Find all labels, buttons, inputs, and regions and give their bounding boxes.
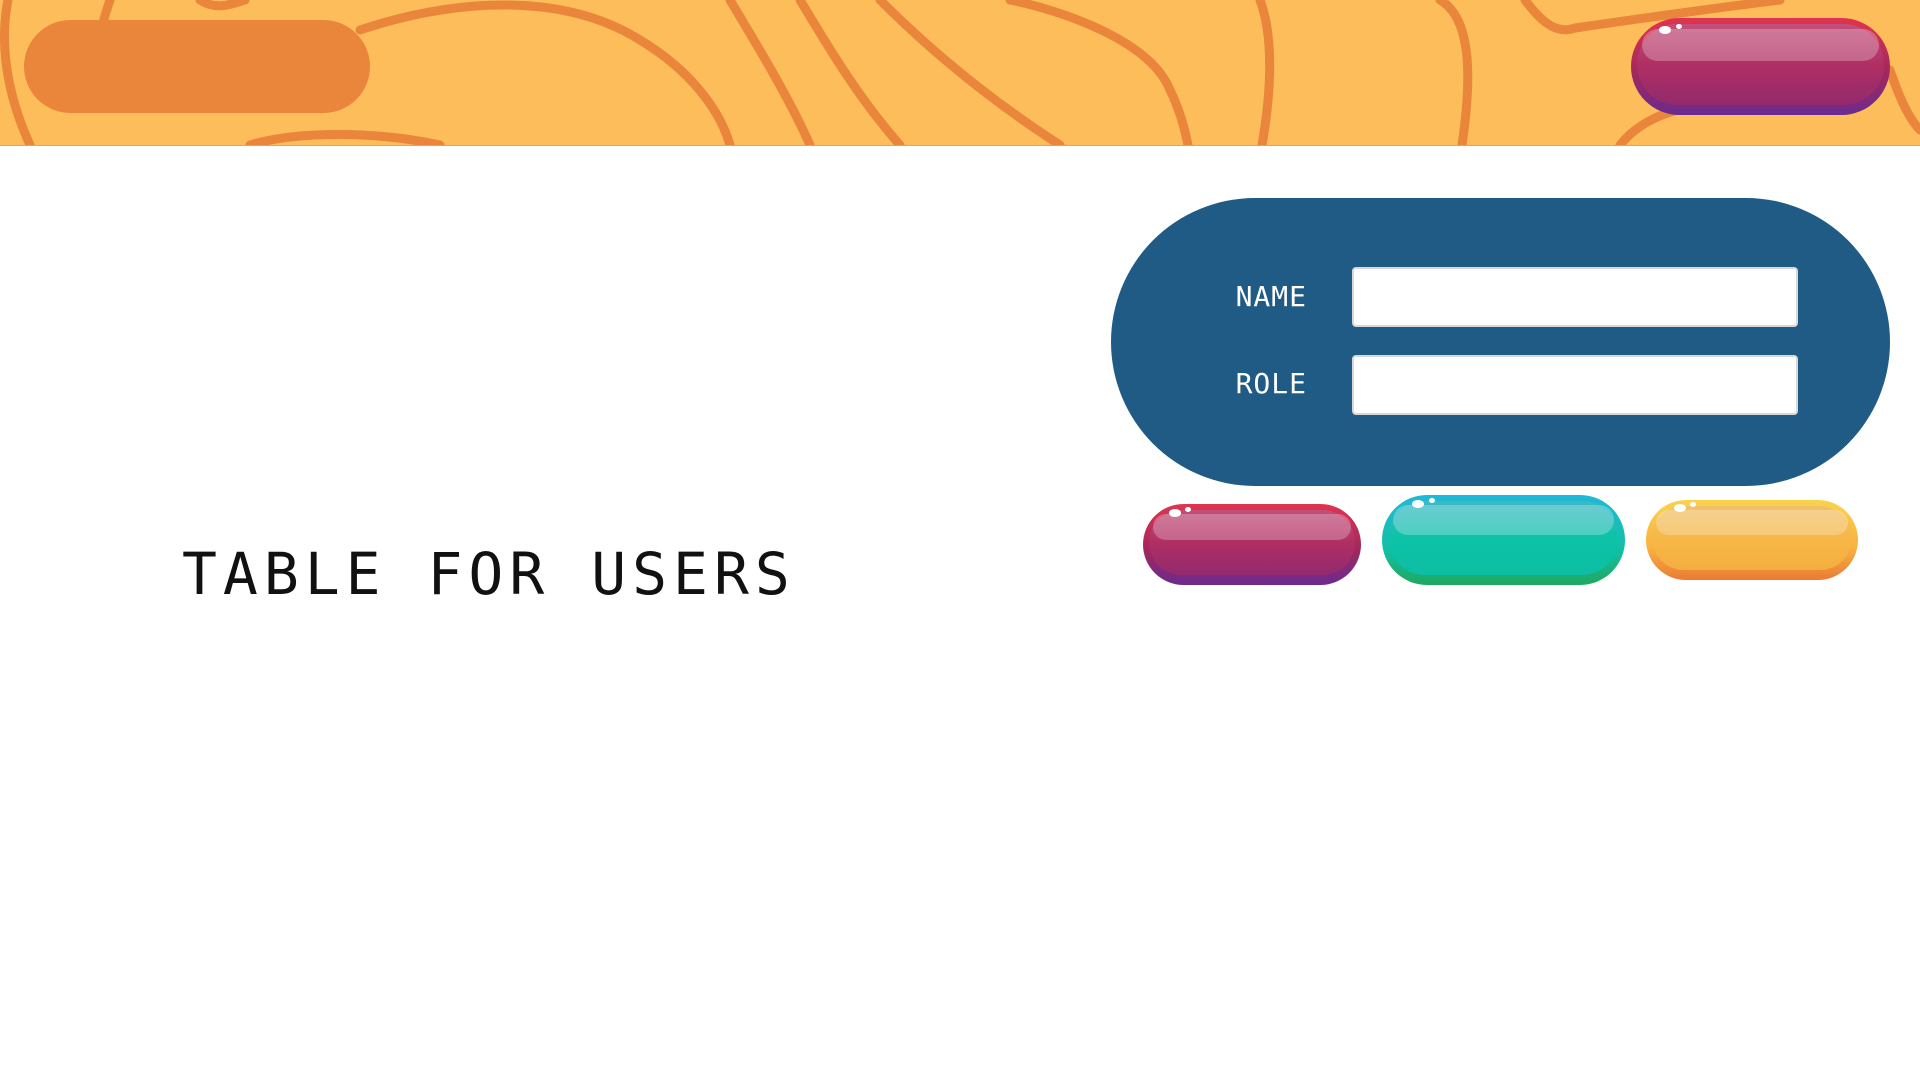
- top-right-button[interactable]: [1631, 18, 1890, 115]
- top-right-button-shine: [1641, 28, 1880, 62]
- name-label: NAME: [1235, 280, 1307, 313]
- action-button-magenta-shine: [1153, 513, 1351, 540]
- page-title: TABLE FOR USERS: [182, 540, 796, 608]
- action-button-yellow-highlight: [1674, 504, 1686, 512]
- action-button-teal-highlight: [1412, 500, 1424, 508]
- action-button-yellow[interactable]: [1646, 500, 1858, 580]
- logo-pill: [24, 20, 370, 113]
- action-button-magenta[interactable]: [1143, 504, 1361, 585]
- action-button-teal[interactable]: [1382, 495, 1625, 585]
- action-button-magenta-face: [1149, 510, 1355, 575]
- action-button-yellow-highlight-small: [1690, 502, 1696, 507]
- action-button-yellow-shine: [1656, 509, 1848, 536]
- top-right-button-highlight-small: [1676, 24, 1682, 29]
- action-button-teal-highlight-small: [1429, 498, 1435, 503]
- header-banner: [0, 0, 1920, 146]
- role-label: ROLE: [1235, 367, 1307, 400]
- top-right-button-highlight: [1659, 26, 1671, 34]
- action-button-teal-shine: [1392, 505, 1615, 536]
- name-input[interactable]: [1352, 267, 1798, 327]
- action-button-yellow-face: [1652, 506, 1852, 570]
- top-right-button-face: [1637, 24, 1884, 105]
- action-button-magenta-highlight-small: [1185, 507, 1191, 512]
- action-button-teal-face: [1388, 501, 1619, 575]
- role-input[interactable]: [1352, 355, 1798, 415]
- action-button-magenta-highlight: [1169, 509, 1181, 517]
- user-form-panel: NAME ROLE: [1111, 198, 1890, 486]
